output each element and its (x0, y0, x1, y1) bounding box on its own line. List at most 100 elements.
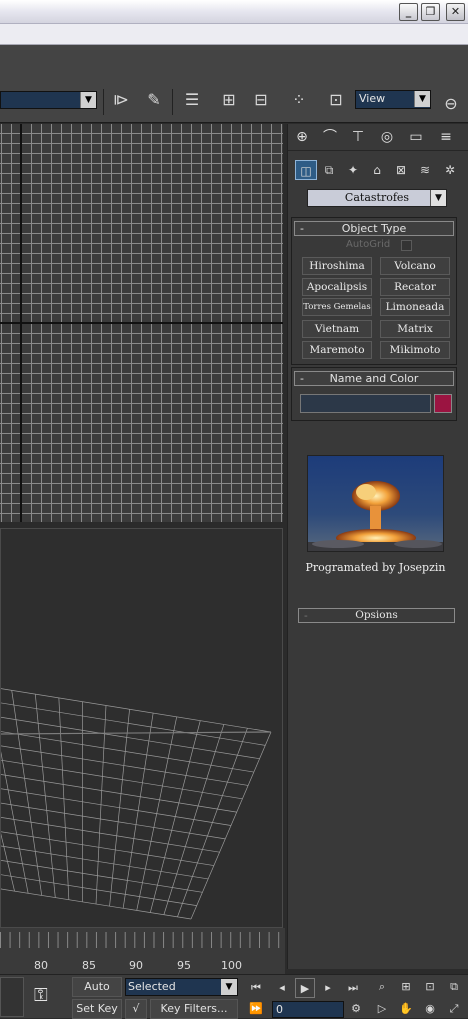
chevron-down-icon: ▼ (221, 979, 237, 995)
minimize-button[interactable]: _ (399, 3, 418, 21)
systems-icon[interactable]: ✲ (439, 160, 461, 180)
key-filters-button[interactable]: Key Filters... (150, 999, 238, 1019)
chevron-down-icon: ▼ (414, 91, 430, 107)
name-and-color-header[interactable]: - Name and Color (294, 371, 454, 386)
object-color-swatch[interactable] (434, 394, 452, 413)
category-dropdown[interactable]: Catastrofes ▼ (307, 189, 447, 207)
align-icon[interactable]: ✎ (141, 87, 167, 113)
go-to-start-icon[interactable]: ⏮ (246, 978, 266, 998)
world-axis-vertical (20, 124, 22, 522)
matrix-button[interactable]: Matrix (380, 320, 450, 338)
render-view-combo[interactable]: View ▼ (355, 90, 431, 109)
previous-frame-icon[interactable]: ◂ (272, 978, 292, 998)
title-bar: _ ❐ ✕ (0, 0, 468, 24)
vietnam-button[interactable]: Vietnam (302, 320, 372, 338)
opsions-header[interactable]: - Opsions (298, 608, 455, 623)
object-type-header[interactable]: - Object Type (294, 221, 454, 236)
orbit-icon[interactable]: ◉ (420, 999, 440, 1019)
set-key-button[interactable]: Set Key (72, 999, 122, 1019)
command-panel: ⊕ ⌒ ⊤ ◎ ▭ ≡ ◫ ⧉ ✦ ⌂ ⊠ ≋ ✲ Catastrofes ▼ … (287, 124, 468, 969)
field-of-view-icon[interactable]: ▷ (372, 999, 392, 1019)
maremoto-button[interactable]: Maremoto (302, 341, 372, 359)
tick-label: 85 (82, 959, 96, 972)
limoneada-button[interactable]: Limoneada (380, 298, 450, 316)
go-to-end-icon[interactable]: ⏭ (343, 978, 363, 998)
toolbar-divider (103, 89, 104, 115)
render-teapot-icon[interactable]: ⊖ (438, 91, 464, 117)
key-tangent-icon[interactable]: √ (125, 999, 147, 1019)
selection-set-combo[interactable]: ▼ (0, 91, 97, 109)
tick-label: 100 (221, 959, 242, 972)
autogrid-checkbox[interactable] (401, 240, 412, 251)
zoom-all-icon[interactable]: ⊞ (396, 977, 416, 997)
top-viewport[interactable] (0, 124, 283, 522)
menu-bar (0, 24, 468, 45)
maximize-viewport-icon[interactable]: ⤢ (444, 999, 464, 1019)
shapes-icon[interactable]: ⧉ (318, 160, 340, 180)
toolbar-divider (172, 89, 173, 115)
timeline-ticks (0, 932, 285, 948)
main-toolbar: ▼ ⧐ ✎ ☰ ⊞ ⊟ ⁘ ⊡ View ▼ ⊖ (0, 45, 468, 123)
play-icon[interactable]: ▶ (295, 978, 315, 998)
tick-label: 95 (177, 959, 191, 972)
key-mode-combo[interactable]: Selected ▼ (125, 978, 238, 996)
explosion-image (307, 455, 444, 552)
name-and-color-title: Name and Color (329, 372, 419, 385)
object-type-title: Object Type (341, 222, 407, 235)
key-mode-value: Selected (128, 980, 176, 993)
utilities-tab-icon[interactable]: ≡ (433, 126, 459, 148)
schematic-view-icon[interactable]: ⊟ (248, 87, 274, 113)
credit-text: Programated by Josepzin (305, 561, 446, 574)
lights-icon[interactable]: ✦ (342, 160, 364, 180)
maximize-button[interactable]: ❐ (421, 3, 440, 21)
grid-edge-line (1, 731, 272, 735)
key-icon[interactable]: ⚿ (34, 985, 48, 1006)
mirror-icon[interactable]: ⧐ (108, 87, 134, 113)
apocalipsis-button[interactable]: Apocalipsis (302, 278, 372, 296)
spacewarps-icon[interactable]: ≋ (414, 160, 436, 180)
material-editor-icon[interactable]: ⁘ (286, 87, 312, 113)
chevron-down-icon: ▼ (80, 92, 96, 108)
cameras-icon[interactable]: ⌂ (366, 160, 388, 180)
collapse-icon: - (304, 609, 308, 622)
geometry-icon[interactable]: ◫ (295, 160, 317, 180)
status-bar: ⚿ Auto Key Set Key Selected ▼ √ Key Filt… (0, 974, 468, 1019)
next-frame-icon[interactable]: ▸ (318, 978, 338, 998)
curve-editor-icon[interactable]: ⊞ (216, 87, 242, 113)
mikimoto-button[interactable]: Mikimoto (380, 341, 450, 359)
recator-button[interactable]: Recator (380, 278, 450, 296)
chevron-down-icon: ▼ (430, 190, 446, 206)
world-axis-horizontal (0, 322, 283, 324)
timeline[interactable]: 80 85 90 95 100 (0, 928, 285, 974)
zoom-icon[interactable]: ⌕ (372, 977, 392, 997)
pan-hand-icon[interactable]: ✋ (396, 999, 416, 1019)
current-frame-input[interactable]: 0 (272, 1001, 344, 1018)
torres-gemelas-button[interactable]: Torres Gemelas (302, 298, 372, 316)
collapse-icon: - (300, 372, 304, 385)
perspective-viewport[interactable] (0, 528, 283, 928)
tick-label: 90 (129, 959, 143, 972)
auto-key-button[interactable]: Auto Key (72, 977, 122, 1011)
tick-label: 80 (34, 959, 48, 972)
hierarchy-tab-icon[interactable]: ⊤ (345, 126, 371, 148)
render-setup-icon[interactable]: ⊡ (323, 87, 349, 113)
key-mode-toggle-icon[interactable]: ⏩ (246, 999, 266, 1019)
object-name-input[interactable] (300, 394, 431, 413)
volcano-button[interactable]: Volcano (380, 257, 450, 275)
zoom-extents-all-icon[interactable]: ⧉ (444, 977, 464, 997)
mushroom-cloud-illustration (308, 456, 443, 551)
display-tab-icon[interactable]: ▭ (403, 126, 429, 148)
time-configuration-icon[interactable]: ⚙ (346, 999, 366, 1019)
create-tab-icon[interactable]: ⊕ (289, 126, 315, 148)
zoom-extents-icon[interactable]: ⊡ (420, 977, 440, 997)
modify-tab-icon[interactable]: ⌒ (317, 126, 343, 148)
helpers-icon[interactable]: ⊠ (390, 160, 412, 180)
collapse-icon: - (300, 222, 304, 235)
category-dropdown-value: Catastrofes (344, 191, 410, 204)
motion-tab-icon[interactable]: ◎ (374, 126, 400, 148)
layer-manager-icon[interactable]: ☰ (179, 87, 205, 113)
close-button[interactable]: ✕ (446, 3, 465, 21)
hiroshima-button[interactable]: Hiroshima (302, 257, 372, 275)
prompt-area (0, 977, 24, 1017)
autogrid-label: AutoGrid (346, 239, 391, 250)
